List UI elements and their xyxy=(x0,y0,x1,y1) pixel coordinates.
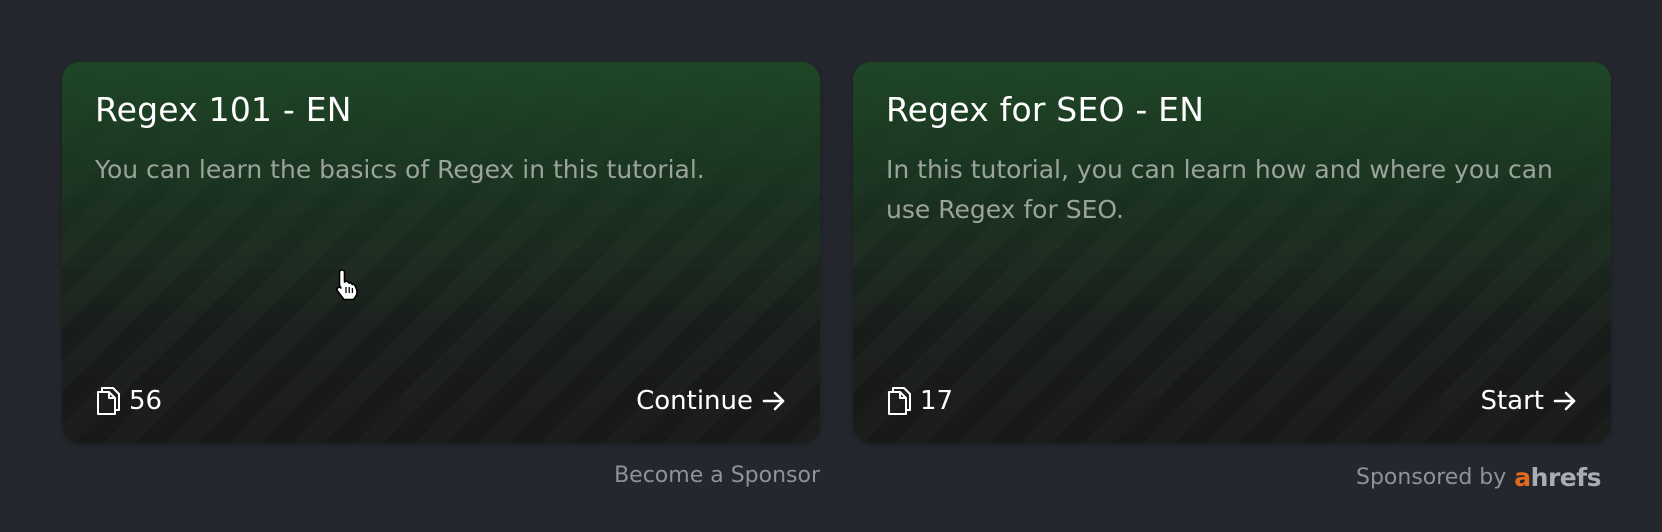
tutorial-column-right: Regex for SEO - EN In this tutorial, you… xyxy=(853,62,1611,492)
sponsored-by-label: Sponsored by xyxy=(1355,465,1507,490)
pages-icon xyxy=(886,385,914,417)
hand-cursor-icon xyxy=(333,268,361,302)
sponsored-by-row: Sponsored by ahrefs xyxy=(853,463,1611,492)
lesson-count: 56 xyxy=(95,385,162,417)
tutorial-card-regex-seo[interactable]: Regex for SEO - EN In this tutorial, you… xyxy=(853,62,1611,443)
tutorial-card-regex-101[interactable]: Regex 101 - EN You can learn the basics … xyxy=(62,62,820,443)
ahrefs-logo-rest: hrefs xyxy=(1530,463,1602,492)
card-footer: 56 Continue xyxy=(95,383,787,419)
ahrefs-logo-a: a xyxy=(1514,463,1531,492)
card-description: In this tutorial, you can learn how and … xyxy=(886,155,1553,224)
card-footer: 17 Start xyxy=(886,383,1578,419)
arrow-right-icon xyxy=(761,388,787,414)
start-button[interactable]: Start xyxy=(1480,386,1578,416)
tutorial-column-left: Regex 101 - EN You can learn the basics … xyxy=(62,62,820,488)
arrow-right-icon xyxy=(1552,388,1578,414)
continue-label: Continue xyxy=(636,386,753,416)
lesson-count: 17 xyxy=(886,385,953,417)
lesson-count-value: 56 xyxy=(129,386,163,416)
card-title: Regex for SEO - EN xyxy=(886,90,1205,129)
card-title: Regex 101 - EN xyxy=(95,90,352,129)
become-sponsor-link[interactable]: Become a Sponsor xyxy=(614,463,820,488)
card-description: You can learn the basics of Regex in thi… xyxy=(95,155,705,184)
become-sponsor-row: Become a Sponsor xyxy=(62,463,820,488)
lesson-count-value: 17 xyxy=(920,386,954,416)
ahrefs-logo[interactable]: ahrefs xyxy=(1514,463,1601,492)
start-label: Start xyxy=(1480,386,1544,416)
tutorials-section: Regex 101 - EN You can learn the basics … xyxy=(0,0,1662,532)
pages-icon xyxy=(95,385,123,417)
continue-button[interactable]: Continue xyxy=(636,386,787,416)
